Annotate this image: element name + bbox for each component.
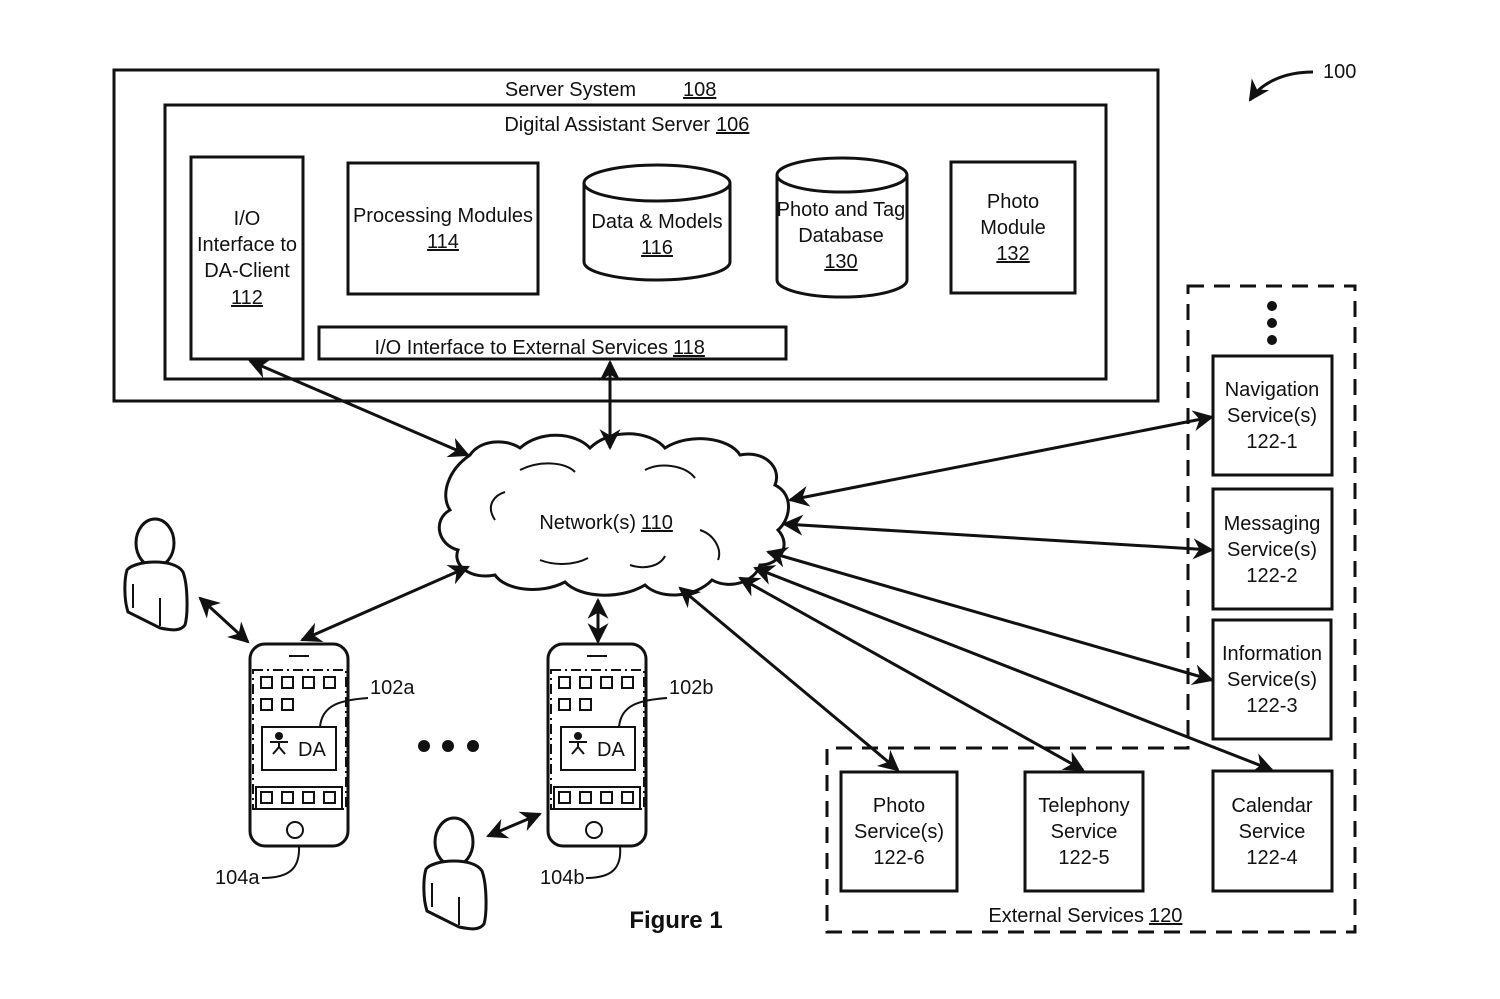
- network-cloud: Network(s) 110: [437, 432, 790, 597]
- processing-label: Processing Modules: [353, 205, 533, 227]
- external-services-ref: 120: [1149, 905, 1182, 927]
- service-name: Photo: [873, 795, 925, 817]
- arrow-network-navigation: [787, 410, 1215, 507]
- service-ref: 122-6: [873, 847, 924, 869]
- user-b-icon: [422, 816, 488, 931]
- data-models-ref: 116: [641, 237, 673, 259]
- io-interface-da-client: I/O Interface to DA-Client 112: [189, 155, 305, 361]
- device-b: DA 104b 102b: [540, 642, 714, 889]
- system-diagram: 100 Server System 108 Digital Assistant …: [112, 61, 1357, 934]
- data-models-db: Data & Models 116: [582, 163, 732, 282]
- service-name: Information: [1222, 643, 1322, 665]
- more-services-dot: [1267, 318, 1277, 328]
- figure-reference: 100: [1248, 61, 1356, 102]
- figure-caption: Figure 1: [629, 907, 722, 934]
- service-messaging: Messaging Service(s) 122-2: [1211, 487, 1334, 611]
- external-services-label: External Services: [988, 905, 1144, 927]
- photo-module-line-2: Module: [980, 217, 1046, 239]
- connections: [198, 358, 1274, 839]
- service-name: Service(s): [1227, 539, 1317, 561]
- service-calendar: Calendar Service 122-4: [1211, 769, 1334, 893]
- more-services-dot: [1267, 335, 1277, 345]
- io-interface-external: I/O Interface to External Services 118: [317, 325, 788, 361]
- arrow-user-a-device-a: [198, 596, 250, 644]
- device-a-leader: [261, 845, 301, 879]
- server-system-label: Server System: [505, 79, 636, 101]
- arrow-user-b-device-b: [486, 811, 542, 839]
- device-b-leader: [585, 845, 622, 879]
- figure-reference-number: 100: [1323, 61, 1356, 83]
- server-system: Server System 108 Digital Assistant Serv…: [112, 68, 1160, 403]
- service-photo: Photo Service(s) 122-6: [839, 770, 959, 893]
- service-ref: 122-2: [1246, 565, 1297, 587]
- reference-leader-line: [1248, 70, 1314, 102]
- photo-tag-db-line-2: Database: [798, 225, 884, 247]
- server-system-ref: 108: [683, 79, 716, 101]
- photo-tag-db-ref: 130: [824, 251, 857, 273]
- photo-tag-db-line-1: Photo and Tag: [777, 199, 906, 221]
- processing-ref: 114: [427, 231, 459, 253]
- more-services-dot: [1267, 301, 1277, 311]
- da-app-label: DA: [298, 739, 326, 761]
- arrow-network-calendar: [753, 565, 1274, 773]
- user-a-icon: [123, 517, 189, 632]
- processing-modules: Processing Modules 114: [346, 161, 540, 296]
- service-name: Navigation: [1225, 379, 1320, 401]
- photo-module: Photo Module 132: [949, 160, 1077, 295]
- service-ref: 122-4: [1246, 847, 1297, 869]
- da-app-label: DA: [597, 739, 625, 761]
- service-name: Service: [1051, 821, 1118, 843]
- service-navigation: Navigation Service(s) 122-1: [1211, 354, 1334, 477]
- io-client-ref: 112: [231, 287, 263, 309]
- more-devices-ellipsis: [418, 740, 479, 752]
- service-name: Telephony: [1038, 795, 1129, 817]
- device-a: DA 104a 102a: [215, 642, 415, 889]
- client-a-ref: 102a: [370, 677, 415, 699]
- arrow-network-messaging: [781, 514, 1215, 560]
- da-server-label: Digital Assistant Server: [504, 114, 710, 136]
- service-ref: 122-1: [1246, 431, 1297, 453]
- service-name: Service(s): [854, 821, 944, 843]
- io-client-line-1: I/O: [234, 208, 261, 230]
- network-ref: 110: [641, 512, 673, 534]
- service-information: Information Service(s) 122-3: [1211, 618, 1333, 741]
- io-client-line-3: DA-Client: [204, 260, 290, 282]
- device-b-ref: 104b: [540, 867, 585, 889]
- service-name: Calendar: [1231, 795, 1313, 817]
- da-server-ref: 106: [716, 114, 749, 136]
- io-external-label: I/O Interface to External Services: [375, 337, 668, 359]
- service-name: Service(s): [1227, 669, 1317, 691]
- service-name: Service: [1239, 821, 1306, 843]
- service-telephony: Telephony Service 122-5: [1023, 770, 1145, 893]
- service-name: Service(s): [1227, 405, 1317, 427]
- data-models-label: Data & Models: [591, 211, 722, 233]
- service-ref: 122-5: [1058, 847, 1109, 869]
- arrow-network-telephony: [738, 576, 1085, 772]
- service-ref: 122-3: [1246, 695, 1297, 717]
- photo-tag-database: Photo and Tag Database 130: [775, 156, 909, 299]
- io-client-line-2: Interface to: [197, 234, 297, 256]
- photo-module-ref: 132: [996, 243, 1029, 265]
- client-b-ref: 102b: [669, 677, 714, 699]
- io-external-ref: 118: [673, 337, 705, 359]
- photo-module-line-1: Photo: [987, 191, 1039, 213]
- device-a-ref: 104a: [215, 867, 260, 889]
- service-name: Messaging: [1224, 513, 1321, 535]
- network-label: Network(s): [539, 512, 636, 534]
- arrow-network-device-a: [300, 564, 470, 643]
